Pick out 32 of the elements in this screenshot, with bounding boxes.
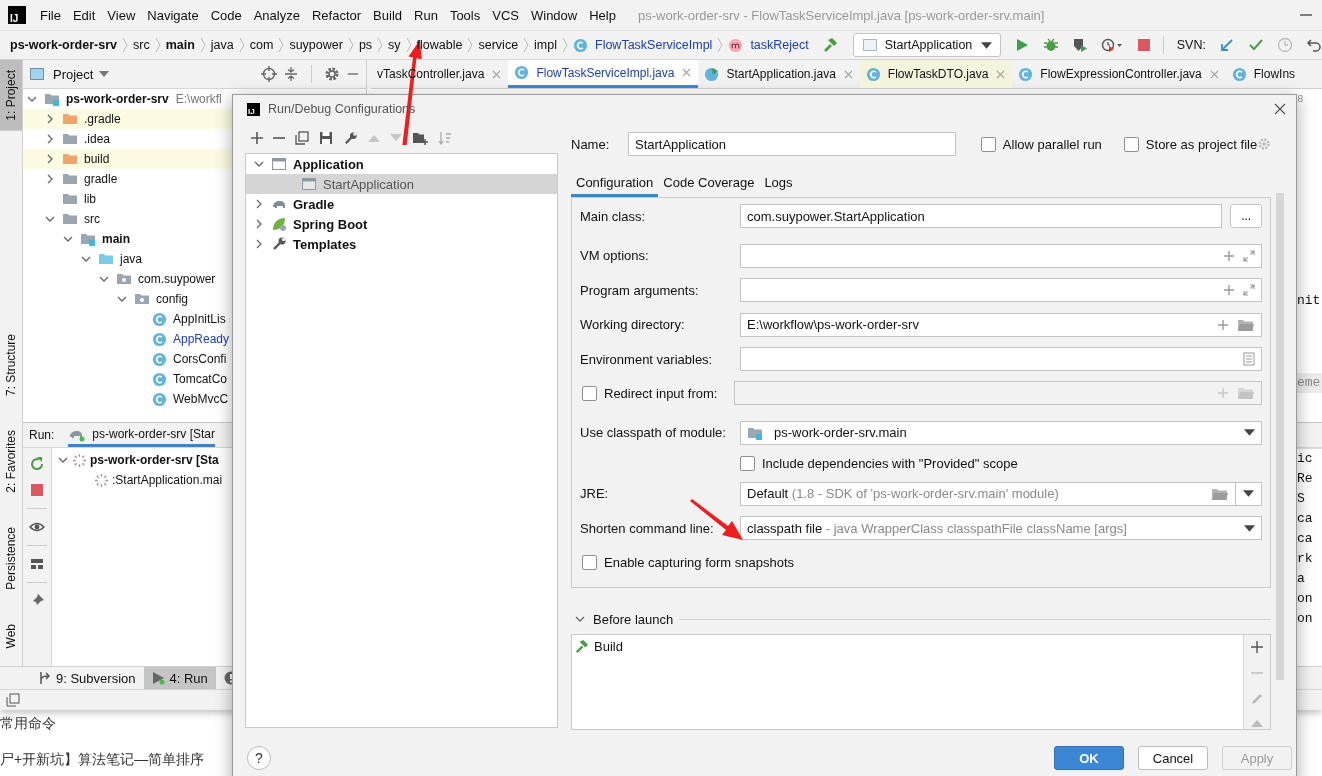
console-text: rk (1297, 550, 1314, 568)
console-text: ca (1297, 510, 1314, 528)
console-text: Re (1297, 470, 1314, 488)
app-logo: IJ (8, 6, 26, 24)
field-label: Environment variables: (580, 351, 714, 367)
console-text: ic (1297, 450, 1314, 468)
run-panel-label: Run: (29, 428, 55, 442)
checkbox-label: Include dependencies with "Provided" scope (762, 455, 1018, 471)
checkbox-label: Store as project file (1145, 136, 1258, 152)
field-label: Program arguments: (580, 282, 700, 298)
console-text: on (1297, 610, 1314, 628)
checkbox-label: Allow parallel run (1002, 136, 1102, 152)
code-text: nit (1297, 292, 1322, 310)
app-logo: IJ (247, 102, 260, 116)
console-text: S (1297, 490, 1306, 508)
code-text: 8 (1297, 92, 1305, 107)
console-text: on (1297, 590, 1314, 608)
field-label: Working directory: (580, 317, 686, 333)
checkbox-label: Enable capturing form snapshots (604, 555, 795, 571)
field-label: JRE: (580, 486, 610, 502)
field-label: Shorten command line: (580, 520, 715, 536)
field-label: Name: (571, 136, 611, 152)
checkbox-label: Redirect input from: (604, 386, 718, 401)
field-label: Main class: (580, 208, 647, 224)
console-text: a (1297, 570, 1306, 588)
console-text: ca (1297, 530, 1314, 548)
field-label: VM options: (580, 248, 650, 264)
svn-label: SVN: (1176, 38, 1206, 52)
field-label: Use classpath of module: (580, 425, 727, 441)
path-hint: E:\workfl (175, 92, 222, 106)
code-text: eme (1297, 373, 1322, 393)
window-title: ps-work-order-srv - FlowTaskServiceImpl.java [ps-work-order-srv.main] (637, 7, 1045, 23)
